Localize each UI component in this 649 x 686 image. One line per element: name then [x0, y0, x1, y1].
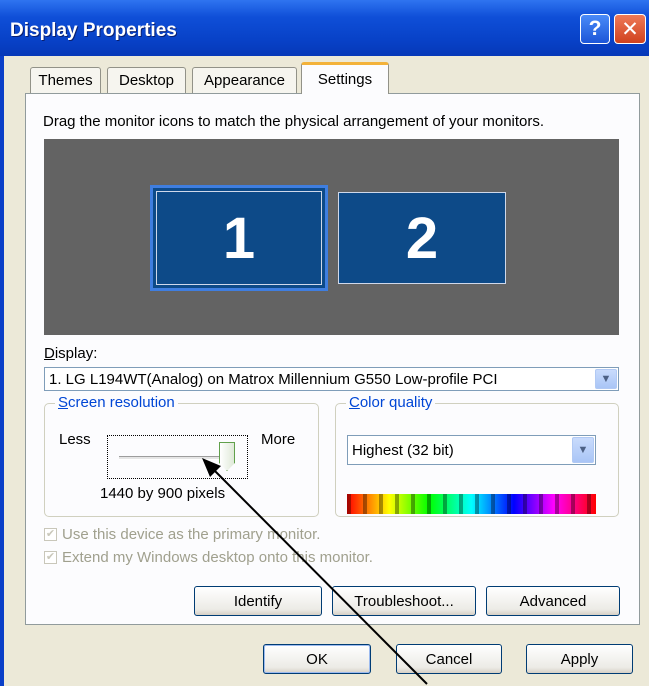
tab-desktop[interactable]: Desktop: [107, 67, 186, 93]
chevron-down-icon[interactable]: ▼: [572, 437, 594, 463]
display-select-value: 1. LG L194WT(Analog) on Matrox Millenniu…: [49, 370, 498, 388]
primary-monitor-checkbox[interactable]: ✔ Use this device as the primary monitor…: [44, 526, 320, 543]
monitor-1-frame: [156, 191, 322, 285]
ok-button[interactable]: OK: [263, 644, 371, 674]
troubleshoot-button[interactable]: Troubleshoot...: [332, 586, 476, 616]
close-button[interactable]: ✕: [614, 14, 646, 44]
chevron-down-icon[interactable]: ▼: [595, 369, 617, 389]
color-quality-group: Color quality Highest (32 bit) ▼: [335, 394, 619, 517]
checkmark-icon: ✔: [44, 528, 57, 541]
cancel-button[interactable]: Cancel: [396, 644, 502, 674]
dialog-client-area: Themes Desktop Appearance Settings Drag …: [4, 56, 649, 686]
display-properties-window: Display Properties ? ✕ Themes Desktop Ap…: [0, 0, 649, 686]
display-select[interactable]: 1. LG L194WT(Analog) on Matrox Millenniu…: [44, 367, 619, 391]
more-label: More: [261, 431, 296, 448]
monitor-2-number: 2: [405, 205, 439, 271]
title-bar[interactable]: Display Properties ? ✕: [0, 0, 649, 56]
arrangement-instruction: Drag the monitor icons to match the phys…: [43, 113, 545, 130]
screen-resolution-group: Screen resolution Less More 1440 by 900 …: [44, 394, 319, 517]
extend-desktop-checkbox[interactable]: ✔ Extend my Windows desktop onto this mo…: [44, 549, 373, 566]
monitor-1-icon[interactable]: 1: [150, 185, 328, 291]
color-quality-legend: Color quality: [346, 394, 436, 411]
tab-appearance[interactable]: Appearance: [192, 67, 297, 93]
help-button[interactable]: ?: [580, 14, 610, 44]
color-palette-preview: [347, 494, 596, 514]
monitor-2-icon[interactable]: 2: [338, 192, 506, 284]
tab-settings[interactable]: Settings: [301, 62, 389, 94]
screen-resolution-legend: Screen resolution: [55, 394, 178, 411]
monitor-arrangement-area[interactable]: 1 2: [44, 139, 619, 335]
color-quality-select[interactable]: Highest (32 bit) ▼: [347, 435, 596, 465]
identify-button[interactable]: Identify: [194, 586, 322, 616]
settings-panel: Drag the monitor icons to match the phys…: [25, 93, 640, 625]
resolution-value: 1440 by 900 pixels: [100, 485, 226, 502]
less-label: Less: [59, 431, 91, 448]
tab-themes[interactable]: Themes: [30, 67, 101, 93]
checkmark-icon: ✔: [44, 551, 57, 564]
color-quality-value: Highest (32 bit): [352, 441, 454, 459]
display-label: Display:: [44, 345, 98, 362]
extend-desktop-label: Extend my Windows desktop onto this moni…: [62, 549, 373, 566]
slider-track: [119, 456, 226, 460]
advanced-button[interactable]: Advanced: [486, 586, 620, 616]
primary-monitor-label: Use this device as the primary monitor.: [62, 526, 321, 543]
apply-button[interactable]: Apply: [526, 644, 633, 674]
window-title: Display Properties: [10, 20, 177, 41]
